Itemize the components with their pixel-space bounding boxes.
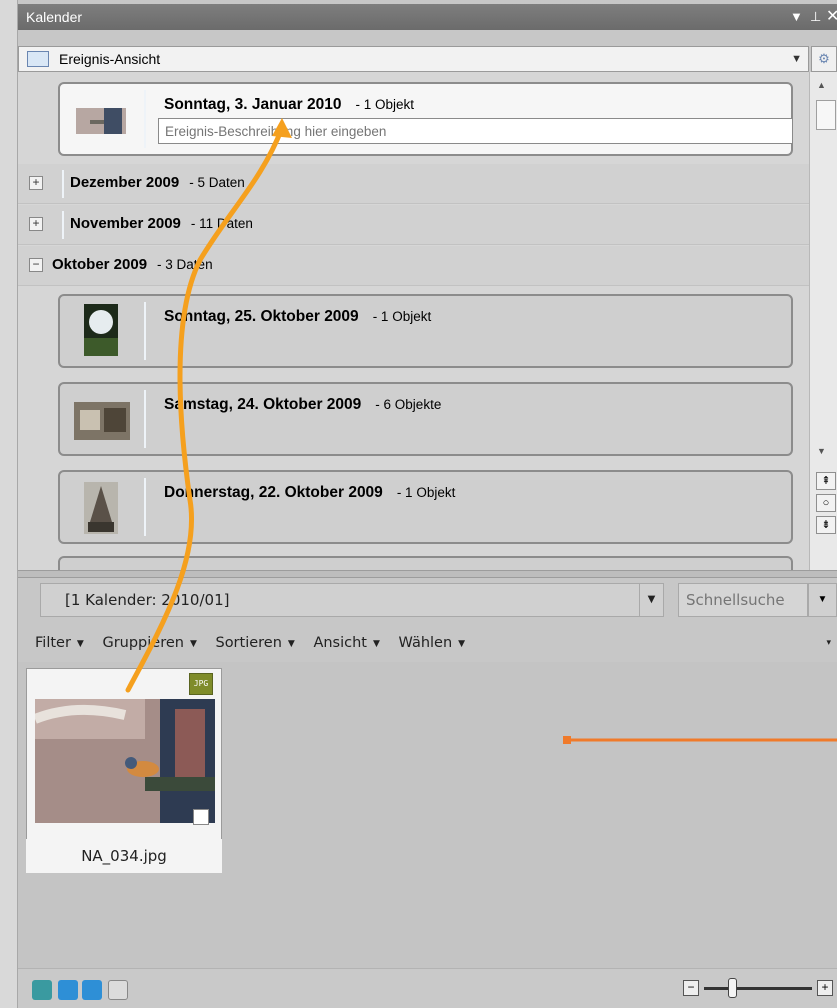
zoom-in-icon[interactable]: + <box>817 980 833 996</box>
status-bar: − + <box>18 968 837 1008</box>
annotation-arrowhead <box>272 118 292 138</box>
print-icon[interactable] <box>108 980 128 1000</box>
annotation-arrow <box>125 125 285 693</box>
preview-icon[interactable] <box>32 980 52 1000</box>
annotation-callout-dot <box>563 736 571 744</box>
zoom-slider-track[interactable] <box>704 987 812 990</box>
zoom-slider-thumb[interactable] <box>728 978 737 998</box>
annotation-overlay <box>125 118 837 744</box>
zoom-out-icon[interactable]: − <box>683 980 699 996</box>
rotate-left-icon[interactable] <box>58 980 78 1000</box>
rotate-right-icon[interactable] <box>82 980 102 1000</box>
